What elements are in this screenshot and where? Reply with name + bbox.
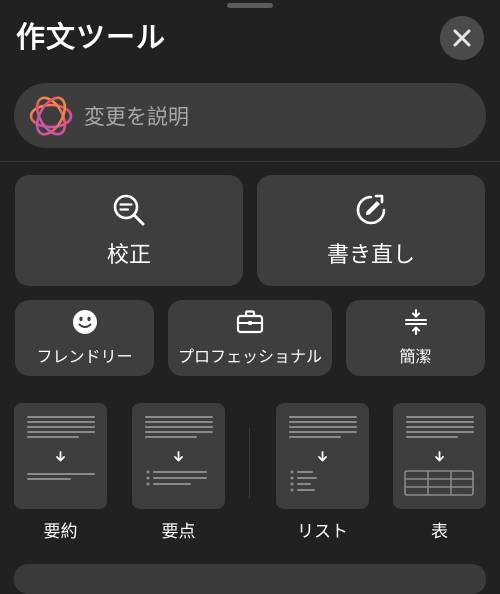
proofread-button[interactable]: 校正 — [15, 175, 243, 286]
rewrite-button[interactable]: 書き直し — [257, 175, 485, 286]
concise-label: 簡潔 — [399, 347, 432, 366]
concise-button[interactable]: 簡潔 — [346, 300, 485, 376]
next-section-bar[interactable] — [14, 564, 486, 594]
summary-icon — [27, 416, 95, 480]
rewrite-icon — [356, 194, 386, 224]
professional-label: プロフェッショナル — [177, 347, 322, 366]
smiley-icon — [72, 310, 97, 334]
friendly-label: フレンドリー — [36, 347, 133, 366]
table-icon — [404, 416, 474, 496]
friendly-button[interactable]: フレンドリー — [15, 300, 154, 376]
list-icon — [289, 416, 357, 492]
page-title: 作文ツール — [16, 20, 167, 54]
key-points-icon — [145, 416, 213, 486]
table-button[interactable] — [393, 403, 486, 509]
describe-changes-input[interactable]: 変更を説明 — [14, 83, 486, 148]
table-label: 表 — [431, 522, 448, 542]
professional-button[interactable]: プロフェッショナル — [168, 300, 332, 376]
close-button[interactable] — [440, 16, 484, 60]
proofread-label: 校正 — [106, 242, 151, 268]
summary-button[interactable] — [14, 403, 107, 509]
compress-icon — [404, 309, 427, 335]
rewrite-label: 書き直し — [326, 242, 415, 268]
key-points-label: 要点 — [161, 522, 196, 542]
key-points-button[interactable] — [132, 403, 225, 509]
format-divider — [249, 428, 250, 498]
magnifier-text-icon — [113, 194, 145, 225]
divider — [0, 161, 500, 162]
summary-label: 要約 — [43, 522, 78, 542]
briefcase-icon — [236, 310, 264, 334]
list-button[interactable] — [276, 403, 369, 509]
apple-intelligence-icon — [29, 96, 73, 135]
sheet-grabber[interactable] — [227, 3, 273, 8]
close-icon — [453, 29, 471, 47]
describe-placeholder: 変更を説明 — [84, 104, 189, 129]
list-label: リスト — [297, 522, 348, 542]
